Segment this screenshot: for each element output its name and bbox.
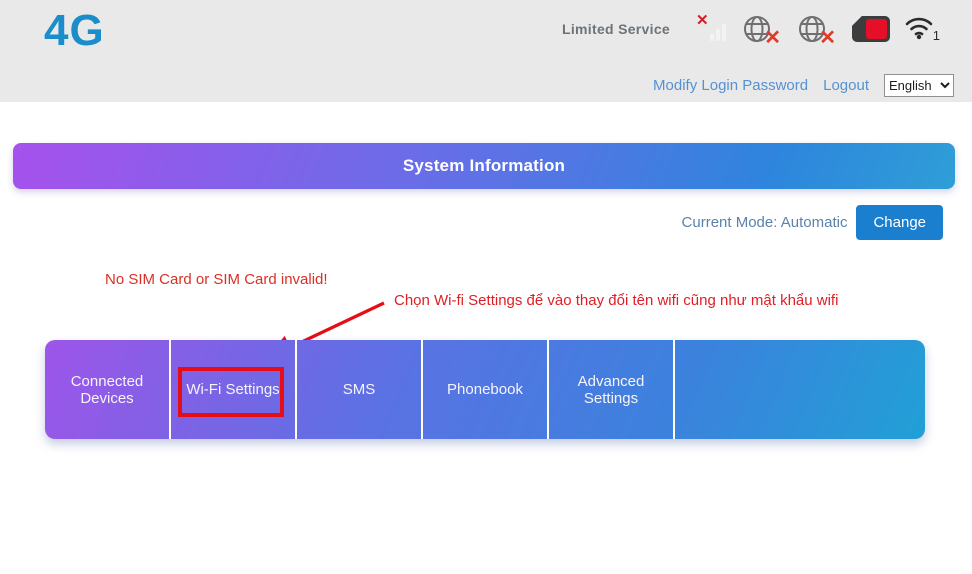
change-mode-button[interactable]: Change [856, 205, 943, 240]
status-bar: Limited Service ✕ ✕ ✕ 1 [562, 13, 940, 48]
annotation-text: Chọn Wi-fi Settings để vào thay đổi tên … [394, 292, 839, 309]
logout-link[interactable]: Logout [823, 77, 869, 94]
nav-tab-connected-devices[interactable]: Connected Devices [45, 340, 171, 439]
account-links: Modify Login Password Logout English [653, 74, 954, 97]
modify-login-password-link[interactable]: Modify Login Password [653, 77, 808, 94]
sim-card-error-icon [852, 16, 890, 42]
nav-tab-wifi-settings[interactable]: Wi-Fi Settings [171, 340, 297, 439]
signal-bars-error-icon: ✕ [696, 13, 726, 43]
nav-tab-phonebook[interactable]: Phonebook [423, 340, 549, 439]
main-nav: Connected Devices Wi-Fi Settings SMS Pho… [45, 340, 925, 439]
wifi-icon: 1 [904, 15, 940, 43]
globe-error-icon: ✕ [742, 14, 781, 48]
language-select[interactable]: English [884, 74, 954, 97]
page-title-banner: System Information [13, 143, 955, 189]
router-admin-page: 4G Limited Service ✕ ✕ ✕ 1 Modify Login … [0, 0, 972, 574]
wifi-count: 1 [932, 28, 940, 43]
sim-status-fill [866, 19, 887, 39]
sim-warning-text: No SIM Card or SIM Card invalid! [105, 271, 328, 288]
mode-row: Current Mode: Automatic Change [682, 205, 943, 240]
network-status-text: Limited Service [562, 21, 670, 37]
nav-tab-advanced-settings[interactable]: Advanced Settings [549, 340, 675, 439]
current-mode-label: Current Mode: Automatic [681, 214, 848, 231]
globe-error-icon: ✕ [797, 14, 836, 48]
top-header: 4G Limited Service ✕ ✕ ✕ 1 Modify Login … [0, 0, 972, 102]
brand-logo: 4G [44, 6, 105, 55]
nav-filler [675, 340, 925, 439]
page-title: System Information [402, 156, 566, 175]
nav-tab-sms[interactable]: SMS [297, 340, 423, 439]
